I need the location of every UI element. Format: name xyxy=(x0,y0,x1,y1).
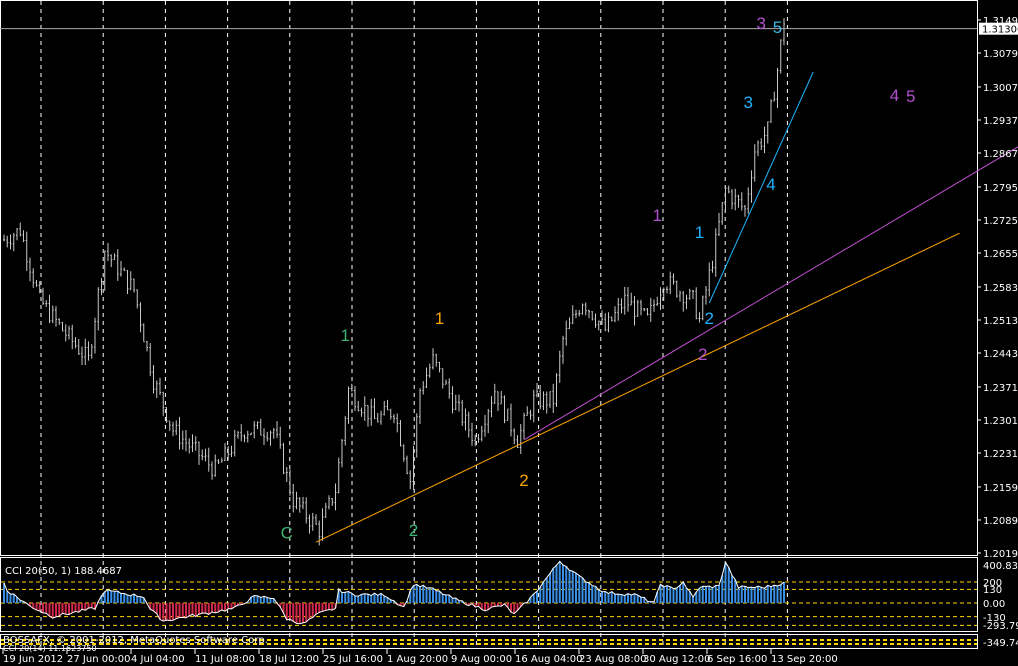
price-tick-label: 1.24430 xyxy=(983,349,1018,360)
cci-panel: 400.83202001300.00-130-293.798 xyxy=(1,560,1018,632)
cci-panel-frame xyxy=(0,557,978,632)
time-tick-label: 18 Jul 12:00 xyxy=(259,654,319,665)
wave-label: 5 xyxy=(773,18,782,37)
wave-label: 2 xyxy=(705,309,714,328)
time-axis: 19 Jun 2012 27 Jun 00:00 4 Jul 04:00 11 Jul… xyxy=(2,649,838,665)
cci-level-label: 400.8320 xyxy=(983,561,1018,572)
price-tick-label: 1.27250 xyxy=(983,216,1018,227)
wave-label: 4 xyxy=(766,175,775,194)
wave-label: 1 xyxy=(653,206,662,225)
time-tick-label: 13 Sep 20:00 xyxy=(771,654,838,665)
price-tick-label: 1.23710 xyxy=(983,383,1018,394)
price-tick-label: 1.20890 xyxy=(983,516,1018,527)
wave-label: 1 xyxy=(341,326,350,345)
price-tick-label: 1.29370 xyxy=(983,116,1018,127)
price-tick-label: 1.25130 xyxy=(983,316,1018,327)
trading-chart[interactable]: 35453412121212C 1.314901.307901.300701.2… xyxy=(0,0,1018,666)
wave-label: 4 xyxy=(890,86,899,105)
time-tick-label: 4 Jul 04:00 xyxy=(131,654,185,665)
time-tick-label: 27 Jun 00:00 xyxy=(67,654,131,665)
wave-label: 1 xyxy=(695,223,704,242)
wave-label: 1 xyxy=(435,309,444,328)
price-tick-label: 1.22310 xyxy=(983,449,1018,460)
wave-label: 3 xyxy=(744,93,753,112)
trendlines[interactable] xyxy=(315,71,1018,543)
price-tick-label: 1.26550 xyxy=(983,249,1018,260)
cci2-level-label: -349.741 xyxy=(983,638,1018,649)
time-tick-label: 9 Aug 00:00 xyxy=(451,654,512,665)
time-tick-label: 25 Jul 16:00 xyxy=(323,654,383,665)
time-tick-label: 30 Aug 12:00 xyxy=(643,654,710,665)
wave-label: 2 xyxy=(519,471,528,490)
trendline-orange xyxy=(315,232,960,543)
price-axis: 1.314901.307901.300701.293701.286701.279… xyxy=(977,16,1018,560)
time-tick-label: 19 Jun 2012 xyxy=(3,654,63,665)
price-tick-label: 1.21590 xyxy=(983,483,1018,494)
wave-labels: 3 54 53412121212C xyxy=(281,14,916,543)
time-tick-label: 16 Aug 04:00 xyxy=(515,654,582,665)
price-tick-label: 1.23010 xyxy=(983,416,1018,427)
price-tick-label: 1.30790 xyxy=(983,49,1018,60)
current-price-label: 1.31306 xyxy=(982,25,1018,36)
price-tick-label: 1.30070 xyxy=(983,83,1018,94)
time-tick-label: 11 Jul 08:00 xyxy=(195,654,255,665)
wave-label: 2 xyxy=(698,345,707,364)
wave-label: 5 xyxy=(906,87,915,106)
wave-label: 3 xyxy=(757,14,766,33)
wave-label: 2 xyxy=(409,521,418,540)
cci-level-label: -293.798 xyxy=(983,621,1018,632)
cci-level-label: 130 xyxy=(983,585,1002,596)
cci2-title: CCI 20(14) 11.1623750 xyxy=(3,644,97,653)
cci-level-label: 0.00 xyxy=(983,599,1005,610)
grid-lines xyxy=(0,0,978,649)
price-tick-label: 1.20190 xyxy=(983,549,1018,560)
price-tick-label: 1.28670 xyxy=(983,149,1018,160)
cci-title: CCI 20(50, 1) 188.4687 xyxy=(5,566,122,577)
price-panel-frame xyxy=(0,0,978,556)
time-tick-label: 23 Aug 08:00 xyxy=(579,654,646,665)
price-bars xyxy=(0,18,977,546)
time-tick-label: 1 Aug 20:00 xyxy=(387,654,448,665)
time-tick-label: 6 Sep 16:00 xyxy=(707,654,767,665)
wave-label: C xyxy=(281,524,293,543)
price-tick-label: 1.27950 xyxy=(983,183,1018,194)
price-tick-label: 1.25830 xyxy=(983,283,1018,294)
